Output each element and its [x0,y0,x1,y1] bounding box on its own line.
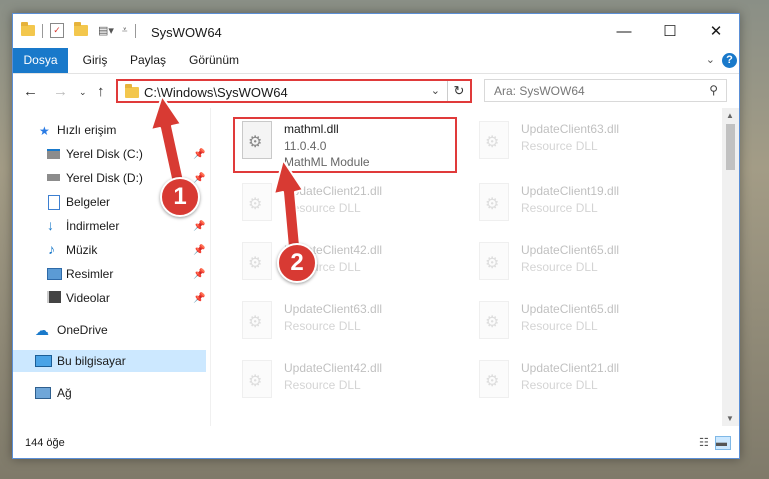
arrow-2 [273,159,304,248]
callout-badge-1: 1 [160,177,200,217]
arrow-1 [150,95,185,184]
annotation-arrows [150,95,304,248]
callout-badge-2: 2 [277,243,317,283]
